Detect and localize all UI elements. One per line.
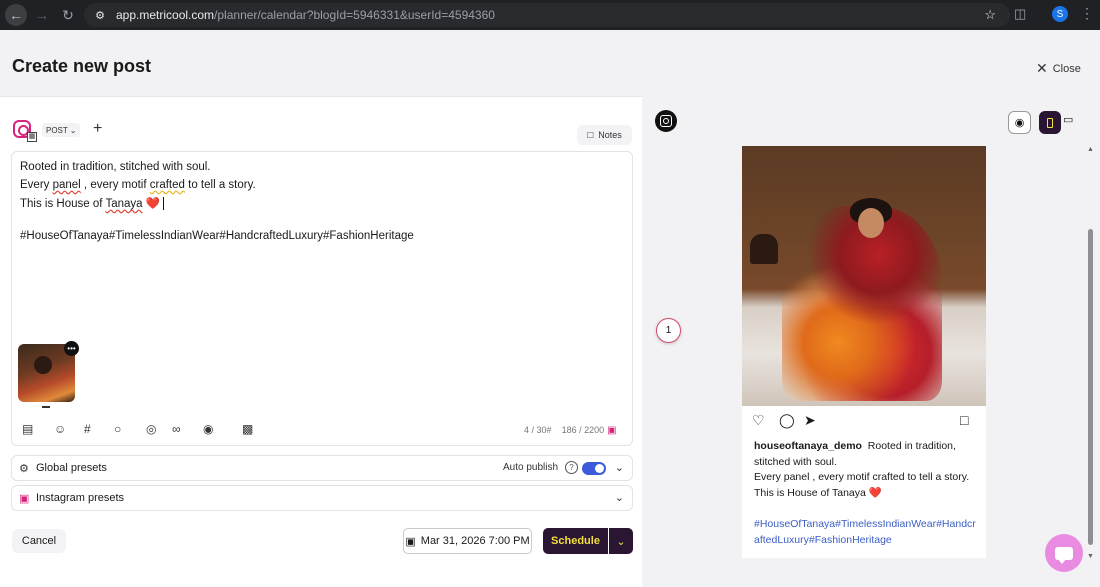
add-network-button[interactable]: +	[93, 120, 102, 138]
chevron-down-icon: ⌄	[69, 125, 77, 135]
mobile-preview-button[interactable]	[1039, 111, 1061, 134]
post-counters: 4 / 30# 186 / 2200 ▣	[524, 425, 617, 436]
page-title: Create new post	[12, 56, 152, 76]
profile-avatar[interactable]: S	[1052, 6, 1068, 22]
chevron-down-icon[interactable]: ⌄	[615, 491, 624, 504]
preview-caption-line-2: Every panel , every motif crafted to tel…	[754, 471, 970, 484]
hashtag-icon[interactable]: #	[84, 422, 91, 436]
caption-text: to tell a story.	[184, 179, 256, 191]
caption-line-3: This is House of Tanaya ❤️	[20, 196, 165, 211]
hashtag-counter-icon: #	[546, 425, 552, 435]
notes-button[interactable]: □ Notes	[577, 125, 632, 145]
global-presets-row[interactable]: ⚙ Global presets Auto publish ? ⌄	[11, 455, 633, 481]
location-pin-icon[interactable]: ◎	[146, 422, 156, 436]
caption-line-1: Rooted in tradition, stitched with soul.	[20, 161, 211, 173]
character-counter: 186 / 2200	[561, 425, 605, 435]
share-icon[interactable]: ➤	[804, 412, 816, 429]
instagram-network-icon[interactable]	[655, 110, 677, 132]
forward-arrow-icon[interactable]: →	[31, 4, 53, 26]
bookmark-star-icon[interactable]: ☆	[984, 7, 996, 23]
global-presets-label: Global presets	[36, 462, 107, 474]
thumbnail-indicator	[42, 406, 50, 408]
step-indicator[interactable]: 1	[656, 318, 681, 343]
preview-hashtags[interactable]: #HouseOfTanaya#TimelessIndianWear#Handcr…	[754, 517, 976, 548]
gear-icon: ⚙	[19, 463, 29, 475]
desktop-preview-icon[interactable]: ▭	[1063, 113, 1073, 126]
post-type-label: POST	[46, 125, 68, 135]
schedule-date-picker[interactable]: ▣ Mar 31, 2026 7:00 PM	[403, 528, 532, 554]
preview-caption-line-3: This is House of Tanaya	[754, 487, 866, 500]
post-image-detail	[858, 208, 884, 238]
back-arrow-icon[interactable]: ←	[5, 4, 27, 26]
heart-emoji: ❤️	[145, 198, 161, 210]
comment-icon[interactable]: ○	[114, 422, 121, 436]
post-image-detail	[750, 234, 778, 264]
text-cursor	[163, 197, 165, 211]
instagram-presets-label: Instagram presets	[36, 492, 125, 504]
chevron-down-icon[interactable]: ⌄	[615, 461, 624, 474]
ai-assistant-icon[interactable]: ◉	[203, 422, 213, 436]
bookmark-icon[interactable]: □	[960, 412, 968, 428]
site-info-icon[interactable]: ⚙	[92, 7, 108, 23]
url-path: /planner/calendar?blogId=5946331&userId=…	[214, 8, 495, 22]
chat-icon	[1055, 546, 1073, 564]
browser-toolbar: ← → ↻ ⚙ app.metricool.com/planner/calend…	[0, 0, 1100, 30]
note-icon: □	[587, 129, 594, 141]
schedule-date-label: Mar 31, 2026 7:00 PM	[420, 535, 530, 547]
misspelled-word: Tanaya	[105, 198, 143, 210]
link-icon[interactable]: ∞	[172, 422, 181, 436]
close-button[interactable]: ✕ Close	[1036, 60, 1081, 77]
mobile-icon	[1047, 117, 1053, 128]
preview-username: houseoftanaya_demo	[754, 440, 862, 452]
post-image-detail	[782, 206, 942, 401]
schedule-options-dropdown[interactable]: ⌄	[609, 528, 633, 554]
post-image	[742, 146, 986, 406]
scroll-up-arrow-icon[interactable]: ▲	[1087, 146, 1094, 153]
caption-line-2: Every panel , every motif crafted to tel…	[20, 179, 256, 191]
emoji-icon[interactable]: ☺	[54, 422, 66, 436]
post-action-bar: ♡ ◯ ➤ □	[752, 412, 976, 432]
comment-bubble-icon[interactable]: ◯	[779, 412, 795, 429]
instagram-presets-row[interactable]: ▣ Instagram presets ⌄	[11, 485, 633, 511]
misspelled-word: panel	[52, 179, 81, 191]
auto-publish-label: Auto publish	[503, 462, 559, 473]
preview-caption: houseoftanaya_demo Rooted in tradition, …	[754, 439, 976, 502]
close-icon: ✕	[1036, 60, 1048, 76]
page-header	[0, 30, 1100, 96]
extensions-icon[interactable]: ◫	[1014, 6, 1026, 22]
heart-icon[interactable]: ♡	[752, 412, 765, 429]
grammar-flagged-word: crafted	[149, 179, 185, 191]
media-gallery-icon[interactable]: ▤	[22, 422, 33, 436]
calendar-icon: ▣	[405, 535, 416, 548]
preview-eye-button[interactable]: ◉	[1008, 111, 1031, 134]
eye-icon: ◉	[1014, 117, 1025, 129]
scroll-down-arrow-icon[interactable]: ▼	[1087, 553, 1094, 560]
chevron-down-icon: ⌄	[616, 535, 626, 548]
cancel-button[interactable]: Cancel	[12, 529, 66, 553]
heart-emoji: ❤️	[868, 487, 882, 500]
support-chat-button[interactable]	[1045, 534, 1083, 572]
caption-text: , every motif	[80, 179, 150, 191]
schedule-button[interactable]: Schedule	[543, 528, 608, 554]
caption-text: Every	[20, 179, 53, 191]
caption-hashtags: #HouseOfTanaya#TimelessIndianWear#Handcr…	[20, 230, 414, 242]
browser-menu-icon[interactable]: ⋮	[1080, 5, 1094, 22]
reload-icon[interactable]: ↻	[57, 4, 79, 26]
post-type-dropdown[interactable]: POST ⌄	[42, 123, 81, 137]
help-icon[interactable]: ?	[565, 461, 578, 474]
url-domain: app.metricool.com	[116, 8, 215, 22]
scrollbar-thumb[interactable]	[1088, 229, 1093, 545]
hashtag-counter: 4 / 30	[524, 425, 547, 435]
auto-publish-toggle[interactable]	[582, 462, 606, 475]
more-options-icon[interactable]: •••	[64, 341, 79, 356]
canva-import-icon[interactable]: ▩	[242, 422, 253, 436]
instagram-small-icon: ▣	[607, 425, 617, 436]
caption-text: This is House of	[20, 198, 106, 210]
notes-label: Notes	[598, 130, 622, 140]
address-bar[interactable]: ⚙ app.metricool.com/planner/calendar?blo…	[84, 3, 1010, 27]
url-text: app.metricool.com/planner/calendar?blogI…	[116, 8, 495, 22]
close-label: Close	[1052, 62, 1081, 75]
grid-badge-icon: ▦	[27, 132, 37, 142]
instagram-icon: ▣	[19, 493, 30, 505]
